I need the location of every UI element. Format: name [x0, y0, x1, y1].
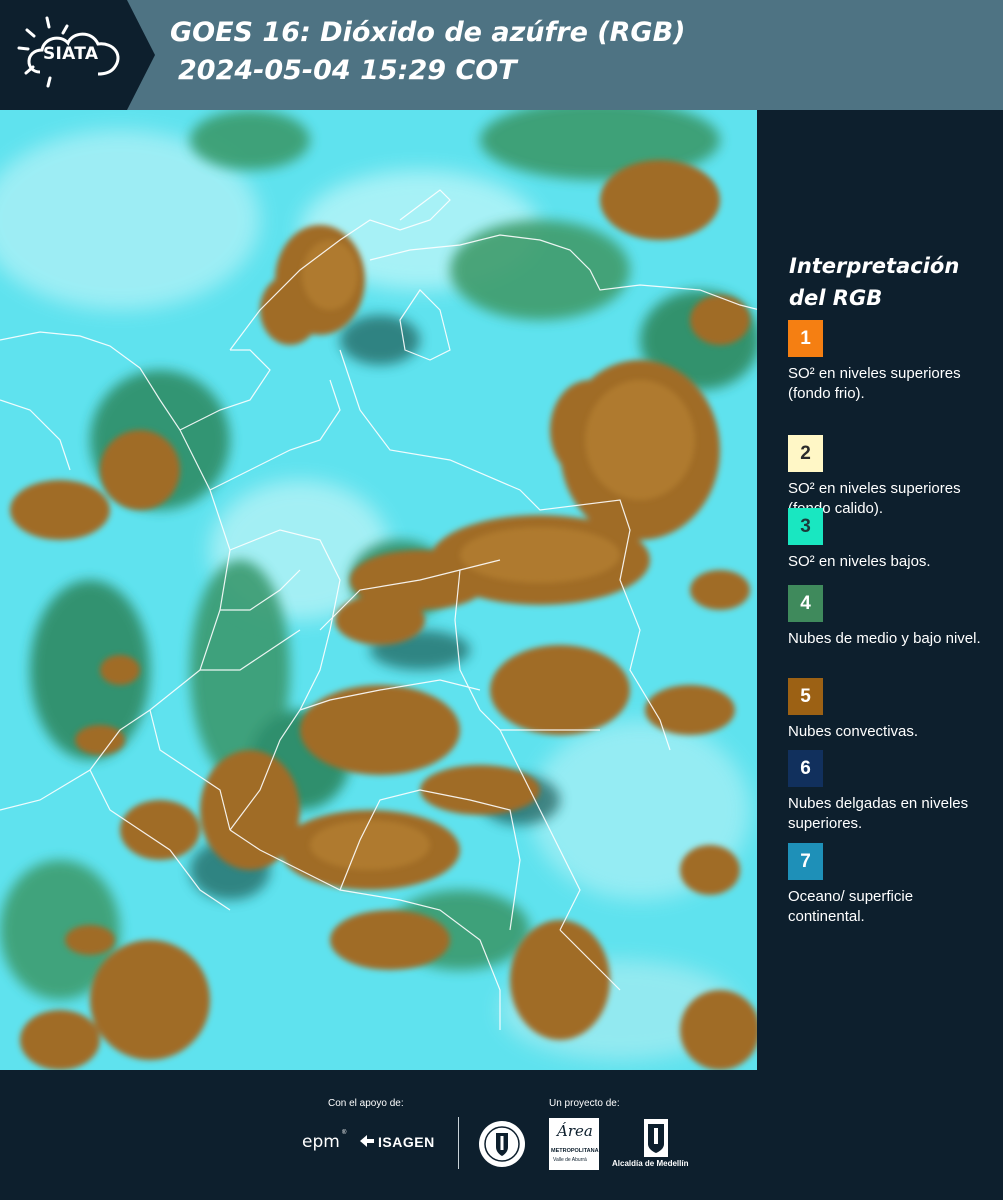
registered-mark-icon: ®: [342, 1130, 347, 1136]
legend-item-label: SO² en niveles bajos.: [788, 553, 931, 570]
area-metropolitana-wordmark: Área: [557, 1122, 593, 1140]
satellite-map[interactable]: [0, 110, 760, 1070]
legend-swatch: 6: [788, 750, 823, 787]
epm-logo[interactable]: epm: [302, 1132, 340, 1152]
siata-logo-text: SIATA: [43, 44, 99, 64]
area-metropolitana-sub: METROPOLITANA: [551, 1148, 599, 1154]
legend-item: 4 Nubes de medio y bajo nivel.: [788, 585, 988, 649]
legend-panel: Interpretación del RGB 1 SO² en niveles s…: [760, 110, 1003, 1070]
legend-item: 7 Oceano/ superficie continental.: [788, 843, 988, 927]
legend-item: 2 SO² en niveles superiores (fondo calido…: [788, 435, 988, 519]
footer-divider: [458, 1117, 459, 1169]
project-label: Un proyecto de:: [549, 1098, 620, 1109]
area-metropolitana-logo[interactable]: Área METROPOLITANA Valle de Aburrá: [549, 1118, 599, 1170]
legend-title: Interpretación del RGB: [789, 254, 960, 310]
legend-item: 5 Nubes convectivas.: [788, 678, 988, 742]
page-timestamp: 2024-05-04 15:29 COT: [178, 55, 517, 86]
legend-item: 6 Nubes delgadas en niveles superiores.: [788, 750, 988, 834]
isagen-logo[interactable]: ISAGEN: [378, 1134, 435, 1150]
support-label: Con el apoyo de:: [328, 1098, 404, 1109]
legend-item-label: SO² en niveles superiores (fondo frio).: [788, 365, 961, 402]
area-metropolitana-sub2: Valle de Aburrá: [553, 1157, 587, 1163]
medellin-seal-icon[interactable]: [477, 1119, 527, 1169]
satellite-map-image: [0, 110, 760, 1070]
alcaldia-label: Alcaldía de Medellín: [612, 1159, 689, 1168]
legend-swatch: 3: [788, 508, 823, 545]
footer: Con el apoyo de: Un proyecto de: epm ® I…: [0, 1070, 1003, 1200]
isagen-icon: [360, 1135, 374, 1147]
legend-swatch: 2: [788, 435, 823, 472]
legend-swatch: 1: [788, 320, 823, 357]
header: SIATA GOES 16: Dióxido de azúfre (RGB) 2…: [0, 0, 1003, 110]
siata-logo[interactable]: SIATA: [0, 0, 155, 110]
legend-item-label: Oceano/ superficie continental.: [788, 888, 914, 925]
legend-item: 1 SO² en niveles superiores (fondo frio).: [788, 320, 988, 404]
legend-swatch: 5: [788, 678, 823, 715]
alcaldia-crest-icon[interactable]: [643, 1118, 669, 1158]
legend-item-label: Nubes delgadas en niveles superiores.: [788, 795, 969, 832]
legend-item-label: Nubes de medio y bajo nivel.: [788, 630, 981, 647]
legend-swatch: 4: [788, 585, 823, 622]
legend-item-label: Nubes convectivas.: [788, 723, 919, 740]
legend-item: 3 SO² en niveles bajos.: [788, 508, 988, 572]
legend-swatch: 7: [788, 843, 823, 880]
page-title: GOES 16: Dióxido de azúfre (RGB): [170, 17, 686, 48]
